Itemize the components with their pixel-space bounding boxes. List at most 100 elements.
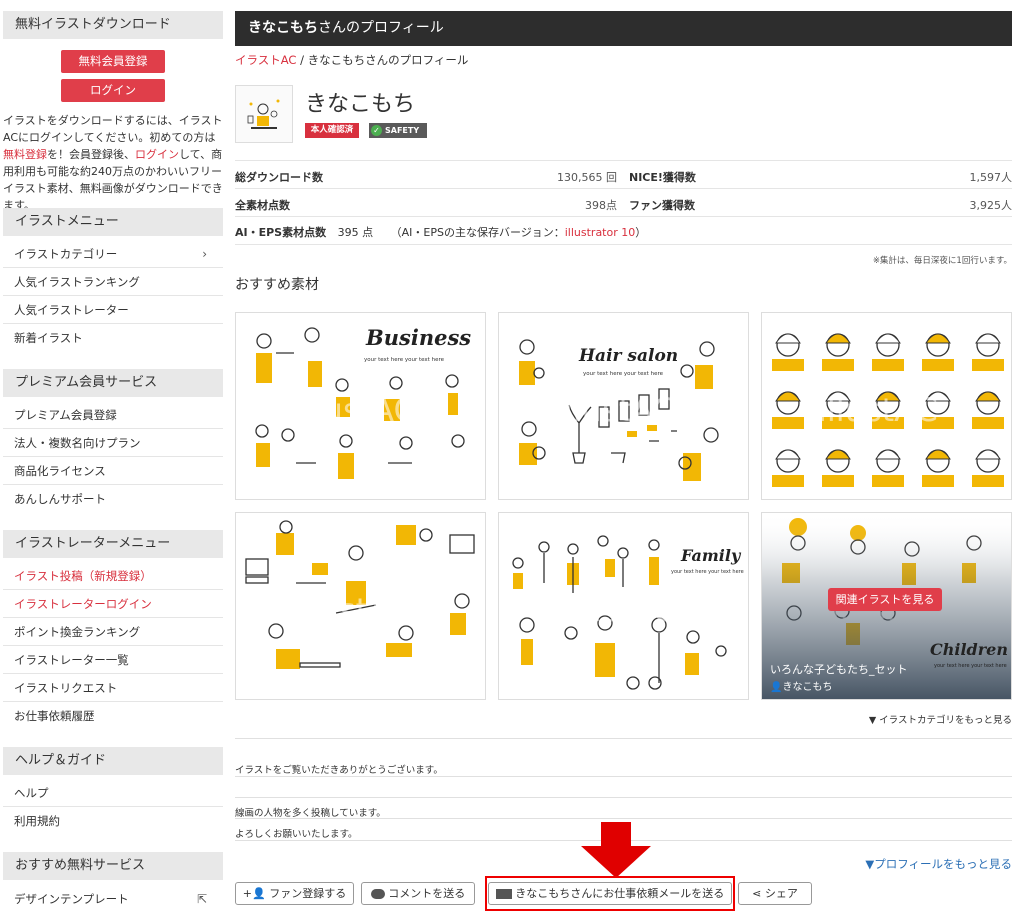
divider: [3, 428, 223, 429]
face-illustration: [872, 333, 904, 371]
more-profile-link[interactable]: ▼プロフィールをもっと見る: [865, 856, 1012, 872]
svg-text:Hair salon: Hair salon: [578, 346, 678, 366]
divider: [235, 244, 1012, 245]
illustration-thumb-business[interactable]: Business your text here your text here i…: [235, 312, 486, 500]
sidebar-item-support[interactable]: あんしんサポート: [14, 491, 219, 507]
sidebar-item-premium-register[interactable]: プレミアム会員登録: [14, 407, 219, 423]
login-link[interactable]: ログイン: [135, 148, 179, 161]
user-icon: 👤: [770, 682, 783, 693]
face-illustration: [972, 391, 1004, 429]
avatar: [235, 85, 293, 143]
sidebar-item-request[interactable]: イラストリクエスト: [14, 680, 219, 696]
fan-register-button[interactable]: +👤 ファン登録する: [235, 882, 354, 905]
sidebar: 無料イラストダウンロード 無料会員登録 ログイン イラストをダウンロードするには…: [0, 0, 224, 914]
share-button[interactable]: ⋖ シェア: [738, 882, 812, 905]
divider: [235, 738, 1012, 739]
face-illustration: [922, 449, 954, 487]
safety-badge: ✓ SAFETY: [369, 123, 427, 138]
page-title: きなこもちさんのプロフィール: [235, 11, 1012, 46]
stats-note: ※集計は、毎日深夜に1回行います。: [872, 256, 1012, 266]
comment-label: コメントを送る: [388, 887, 466, 900]
comment-button[interactable]: コメントを送る: [361, 882, 475, 905]
nice-value: 1,597人: [969, 171, 1013, 184]
help-header: ヘルプ＆ガイド: [3, 747, 223, 775]
ai-eps-row: AI・EPS素材点数 395 点 （AI・EPSの主な保存バージョン：illus…: [235, 224, 646, 240]
desc-text: を！会員登録後、: [47, 148, 135, 161]
external-link-icon: ⇱: [196, 892, 207, 906]
sidebar-item-corporate[interactable]: 法人・複数名向けプラン: [14, 435, 219, 451]
add-user-icon: +👤: [242, 887, 266, 900]
sidebar-item-creators-list[interactable]: イラストレーター一覧: [14, 652, 219, 668]
download-description: イラストをダウンロードするには、イラストACにログインしてください。初めての方は…: [3, 112, 223, 214]
main-content: きなこもちさんのプロフィール イラストAC / きなこもちさんのプロフィール き…: [235, 0, 1012, 914]
sidebar-item-design-template[interactable]: デザインテンプレート ⇱: [14, 891, 219, 907]
illustration-thumb-hair-salon[interactable]: Hair salon your text here your text here…: [498, 312, 749, 500]
svg-text:your text here your text here: your text here your text here: [583, 371, 664, 377]
divider: [3, 323, 223, 324]
premium-header: プレミアム会員サービス: [3, 369, 223, 397]
svg-text:Family: Family: [680, 546, 742, 565]
red-arrow-icon: [581, 822, 651, 878]
sidebar-item-job-history[interactable]: お仕事依頼履歴: [14, 708, 219, 724]
breadcrumb-separator: /: [300, 53, 304, 67]
downloads-value: 130,565 回: [557, 171, 617, 184]
free-register-link[interactable]: 無料登録: [3, 148, 47, 161]
illustration-thumb-family[interactable]: Family your text here your text here ill…: [498, 512, 749, 700]
svg-text:illustAC: illustAC: [818, 391, 938, 429]
sidebar-item-creator-login[interactable]: イラストレーターログイン: [14, 596, 219, 612]
divider: [235, 776, 1012, 777]
illust-menu-header: イラストメニュー: [3, 208, 223, 236]
ai-version-note: （AI・EPSの主な保存バージョン：: [390, 226, 565, 239]
sidebar-item-points-ranking[interactable]: ポイント換金ランキング: [14, 624, 219, 640]
sidebar-item-popular-creators[interactable]: 人気イラストレーター: [14, 302, 219, 318]
breadcrumb-current: きなこもちさんのプロフィール: [307, 53, 469, 67]
divider: [3, 617, 223, 618]
sidebar-item-help[interactable]: ヘルプ: [14, 785, 219, 801]
ai-eps-label: AI・EPS素材点数: [235, 226, 327, 239]
verified-badge: 本人確認済: [305, 123, 359, 138]
svg-text:illustAC: illustAC: [296, 391, 416, 429]
profile-message-line: 線画の人物を多く投稿しています。: [235, 808, 386, 819]
illustrator-version-link[interactable]: illustrator 10: [565, 226, 636, 239]
recommended-services-header: おすすめ無料サービス: [3, 852, 223, 880]
login-button[interactable]: ログイン: [61, 79, 165, 102]
illustration-thumb-children[interactable]: illustAC Children your text here your te…: [761, 512, 1012, 700]
register-button[interactable]: 無料会員登録: [61, 50, 165, 73]
related-illust-button[interactable]: 関連イラストを見る: [828, 588, 942, 611]
sidebar-item-label: デザインテンプレート: [14, 892, 129, 906]
svg-text:your text here your text here: your text here your text here: [671, 569, 744, 575]
ai-eps-value: 395 点: [337, 226, 374, 239]
sidebar-item-license[interactable]: 商品化ライセンス: [14, 463, 219, 479]
breadcrumb: イラストAC / きなこもちさんのプロフィール: [235, 52, 468, 68]
sidebar-item-terms[interactable]: 利用規約: [14, 813, 219, 829]
profile-message-line: イラストをご覧いただきありがとうございます。: [235, 765, 443, 776]
face-illustration: [922, 333, 954, 371]
overlay-author-name: きなこもち: [782, 682, 833, 693]
illustration-thumb-faces[interactable]: illustAC: [761, 312, 1012, 500]
ai-version-note-end: ）: [635, 226, 647, 239]
divider: [3, 806, 223, 807]
sidebar-item-category[interactable]: イラストカテゴリー ›: [14, 246, 219, 262]
share-icon: ⋖: [752, 887, 762, 900]
fans-value: 3,925人: [969, 199, 1013, 212]
illustration-thumb-working[interactable]: illustAC: [235, 512, 486, 700]
sidebar-item-label: イラストカテゴリー: [14, 247, 118, 261]
desc-text: イラストをダウンロードするには、イラストACにログインしてください。初めての方は: [3, 114, 223, 144]
divider: [235, 160, 1012, 161]
divider: [235, 797, 1012, 798]
face-illustration: [972, 449, 1004, 487]
title-suffix: さんのプロフィール: [318, 20, 444, 36]
sidebar-item-post[interactable]: イラスト投稿（新規登録）: [14, 568, 219, 584]
svg-text:your text here your text here: your text here your text here: [364, 357, 445, 363]
divider: [235, 188, 1012, 189]
face-illustration: [772, 333, 804, 371]
username: きなこもち: [305, 92, 416, 117]
overlay-author: 👤きなこもち: [770, 678, 832, 693]
check-icon: ✓: [371, 125, 382, 136]
divider: [3, 456, 223, 457]
sidebar-item-new[interactable]: 新着イラスト: [14, 330, 219, 346]
sidebar-item-ranking[interactable]: 人気イラストランキング: [14, 274, 219, 290]
more-categories-link[interactable]: ▼ イラストカテゴリをもっと見る: [869, 712, 1012, 726]
divider: [235, 818, 1012, 819]
breadcrumb-home[interactable]: イラストAC: [235, 53, 296, 67]
